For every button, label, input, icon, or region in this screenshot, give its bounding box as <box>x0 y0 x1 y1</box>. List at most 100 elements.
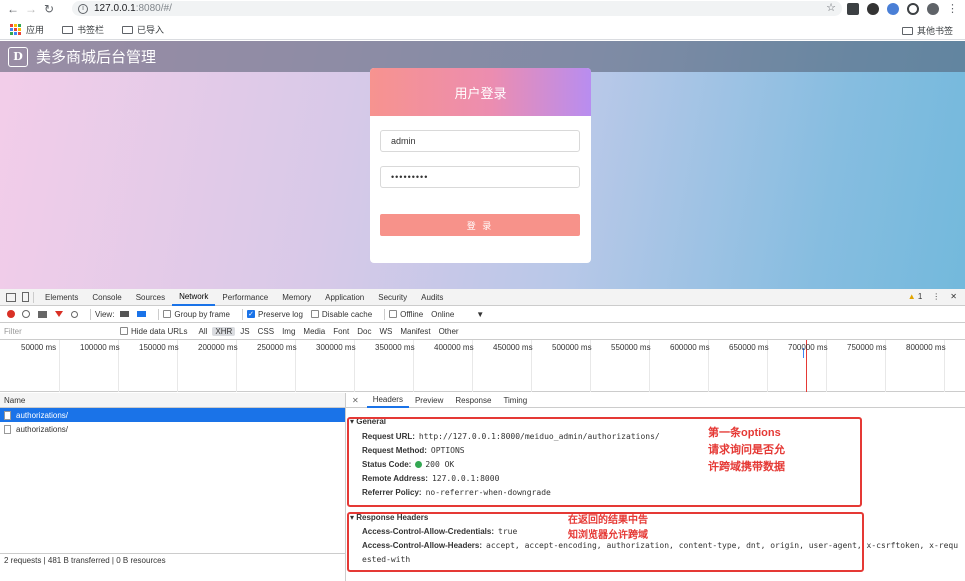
url-rest: :8080/#/ <box>135 3 172 14</box>
note-line: 在返回的结果中告 <box>568 515 648 526</box>
other-bookmarks[interactable]: 其他书签 <box>901 24 953 37</box>
extension-icon[interactable] <box>887 2 899 15</box>
details-tabs: ✕ Headers Preview Response Timing <box>346 393 965 408</box>
network-toolbar: View: Group by frame ✓ Preserve log Disab… <box>0 306 965 323</box>
filter-type-js[interactable]: JS <box>237 327 252 336</box>
clear-icon[interactable] <box>22 310 30 318</box>
tab-security[interactable]: Security <box>371 289 414 306</box>
timeline-tick-label: 50000 ms <box>21 343 57 352</box>
profile-avatar-icon[interactable] <box>927 2 939 15</box>
tab-elements[interactable]: Elements <box>38 289 85 306</box>
preserve-log-label: Preserve log <box>258 309 303 319</box>
extension-icon[interactable] <box>847 2 859 15</box>
request-list-header[interactable]: Name <box>0 393 345 408</box>
checkbox[interactable] <box>310 310 319 318</box>
warning-badge[interactable]: ▲ 1 <box>908 292 923 301</box>
tab-preview[interactable]: Preview <box>409 393 449 408</box>
warning-icon: ▲ <box>907 292 916 301</box>
filter-type-font[interactable]: Font <box>330 327 352 336</box>
bookmark-label: 书签栏 <box>77 25 105 35</box>
tab-console[interactable]: Console <box>85 289 128 306</box>
forward-icon[interactable]: → <box>22 0 40 18</box>
device-toolbar-icon[interactable] <box>22 292 29 302</box>
throttling-select[interactable]: Online ▼ <box>431 310 484 319</box>
screenshot-icon[interactable] <box>38 310 47 318</box>
url-host: 127.0.0.1 <box>94 3 136 14</box>
filter-type-img[interactable]: Img <box>279 327 298 336</box>
menu-kebab-icon[interactable]: ⋮ <box>947 2 958 15</box>
tab-application[interactable]: Application <box>318 289 371 306</box>
bookmark-apps[interactable]: 应用 <box>10 23 44 36</box>
tab-audits[interactable]: Audits <box>414 289 450 306</box>
bookmark-folder[interactable]: 已导入 <box>122 23 164 36</box>
note-line: 许跨域携带数据 <box>708 461 785 473</box>
address-bar[interactable]: i 127.0.0.1:8080/#/ ☆ <box>72 1 842 16</box>
close-details-icon[interactable]: ✕ <box>352 396 359 405</box>
tab-headers[interactable]: Headers <box>366 393 409 408</box>
tab-sources[interactable]: Sources <box>129 289 172 306</box>
login-button[interactable]: 登 录 <box>380 214 580 236</box>
filter-icon[interactable] <box>55 311 63 317</box>
warning-count: 1 <box>917 292 923 301</box>
hide-data-urls-toggle[interactable]: Hide data URLs <box>120 327 187 336</box>
filter-type-other[interactable]: Other <box>436 327 462 336</box>
reload-icon[interactable]: ↻ <box>40 0 58 18</box>
extension-icon[interactable] <box>907 2 919 15</box>
offline-label: Offline <box>400 309 424 319</box>
note-line: 第一条options <box>708 427 781 439</box>
checkbox[interactable] <box>120 327 128 335</box>
bookmark-folder[interactable]: 书签栏 <box>62 23 104 36</box>
preserve-log-toggle[interactable]: ✓ Preserve log <box>247 310 303 319</box>
offline-toggle[interactable]: Offline <box>389 310 423 319</box>
tab-memory[interactable]: Memory <box>275 289 318 306</box>
folder-icon <box>62 25 74 34</box>
info-icon[interactable]: i <box>78 3 88 14</box>
tab-performance[interactable]: Performance <box>215 289 275 306</box>
devtools-close-icon[interactable]: ✕ <box>950 292 957 301</box>
extension-icons: ⋮ <box>847 2 958 15</box>
checkbox[interactable] <box>163 310 172 318</box>
record-icon[interactable] <box>7 310 15 318</box>
list-view-icon[interactable] <box>120 311 130 317</box>
checkbox-checked[interactable]: ✓ <box>247 310 255 318</box>
filter-type-media[interactable]: Media <box>300 327 328 336</box>
timeline-tick-label: 800000 ms <box>906 343 946 352</box>
filter-type-all[interactable]: All <box>195 327 210 336</box>
filter-type-manifest[interactable]: Manifest <box>397 327 433 336</box>
network-overview-timeline[interactable]: 50000 ms 100000 ms 150000 ms 200000 ms 25000… <box>0 340 965 392</box>
request-list: Name authorizations/ authorizations/ 2 r… <box>0 393 346 581</box>
username-input[interactable]: admin <box>380 130 580 152</box>
filter-type-ws[interactable]: WS <box>376 327 395 336</box>
filter-input[interactable]: Filter <box>2 325 114 338</box>
extension-icon[interactable] <box>867 2 879 15</box>
filter-type-doc[interactable]: Doc <box>354 327 374 336</box>
tab-network[interactable]: Network <box>172 289 216 306</box>
password-input[interactable]: ••••••••• <box>380 166 580 188</box>
request-row[interactable]: authorizations/ <box>0 422 345 436</box>
request-name: authorizations/ <box>16 424 69 434</box>
annotation-note-options: 第一条options 请求询问是否允 许跨域携带数据 <box>708 425 785 476</box>
site-logo-icon: D <box>8 46 28 67</box>
apps-grid-icon <box>10 24 21 35</box>
request-row[interactable]: authorizations/ <box>0 408 345 422</box>
bookmark-star-icon[interactable]: ☆ <box>826 1 836 14</box>
timeline-tick-label: 450000 ms <box>493 343 533 352</box>
tab-timing[interactable]: Timing <box>497 393 533 408</box>
hide-data-urls-label: Hide data URLs <box>131 326 188 336</box>
checkbox[interactable] <box>389 310 398 318</box>
tab-response[interactable]: Response <box>449 393 497 408</box>
devtools-menu-icon[interactable]: ⋮ <box>932 292 940 301</box>
inspect-element-icon[interactable] <box>6 292 16 302</box>
screenshot-root: ← → ↻ i 127.0.0.1:8080/#/ ☆ ⋮ 应用 书签栏 已导… <box>0 0 965 581</box>
back-icon[interactable]: ← <box>4 0 22 18</box>
waterfall-view-icon[interactable] <box>137 311 147 317</box>
search-icon[interactable] <box>71 310 78 318</box>
timeline-tick-label: 100000 ms <box>80 343 120 352</box>
group-by-frame-toggle[interactable]: Group by frame <box>163 310 230 319</box>
filter-type-xhr[interactable]: XHR <box>212 326 236 336</box>
timeline-tick-label: 400000 ms <box>434 343 474 352</box>
filter-type-css[interactable]: CSS <box>255 327 277 336</box>
disable-cache-toggle[interactable]: Disable cache <box>310 310 372 319</box>
site-title: 美多商城后台管理 <box>36 49 157 66</box>
view-label: View: <box>95 309 115 319</box>
